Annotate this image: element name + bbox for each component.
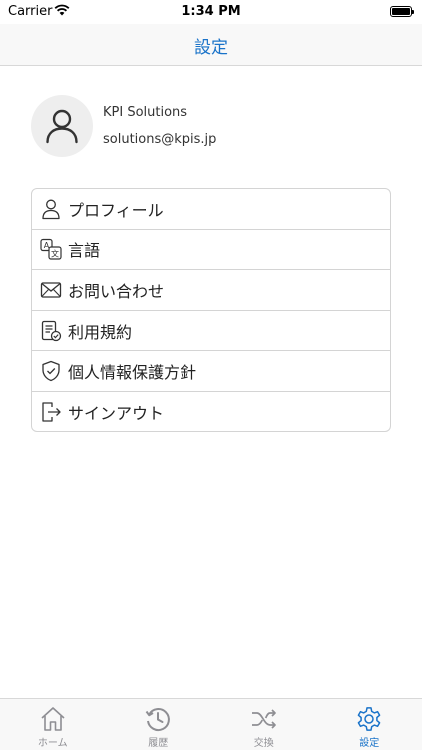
status-bar: Carrier 1:34 PM: [0, 0, 422, 24]
settings-screen: Carrier 1:34 PM 設定 KPI Solutions solutio…: [0, 0, 422, 750]
shield-check-icon: [42, 361, 60, 382]
tab-history[interactable]: 履歴: [106, 699, 212, 750]
menu-item-label: お問い合わせ: [68, 281, 165, 301]
menu-item-privacy[interactable]: 個人情報保護方針: [32, 351, 390, 392]
history-icon: [145, 708, 171, 732]
person-icon: [46, 109, 78, 144]
envelope-icon: [40, 282, 62, 298]
profile-email: solutions@kpis.jp: [103, 132, 217, 147]
settings-menu: プロフィール A 文 言語 お問い合わせ 利用規約 個人情報保護方針 サインアウ…: [31, 188, 391, 432]
document-check-icon: [41, 320, 62, 341]
navigation-bar: 設定: [0, 24, 422, 66]
tab-label: 交換: [253, 738, 274, 749]
profile-name: KPI Solutions: [103, 105, 188, 120]
tab-label: ホーム: [37, 738, 68, 749]
menu-item-label: サインアウト: [68, 404, 165, 424]
menu-item-language[interactable]: A 文 言語: [32, 230, 390, 271]
tab-settings[interactable]: 設定: [317, 699, 422, 750]
menu-item-sign-out[interactable]: サインアウト: [32, 392, 390, 431]
sign-out-icon: [42, 402, 61, 422]
tab-bar: ホーム 履歴 交換 設定: [0, 698, 422, 750]
gear-icon: [357, 707, 381, 731]
page-title: 設定: [194, 38, 228, 58]
menu-item-label: 利用規約: [68, 322, 133, 342]
menu-item-label: 言語: [68, 241, 101, 261]
menu-item-terms[interactable]: 利用規約: [32, 311, 390, 352]
svg-text:文: 文: [51, 249, 59, 259]
battery-icon: [390, 6, 414, 17]
menu-item-contact[interactable]: お問い合わせ: [32, 270, 390, 311]
tab-label: 設定: [359, 738, 380, 749]
translate-icon: A 文: [40, 239, 62, 260]
tab-home[interactable]: ホーム: [0, 699, 106, 750]
tab-label: 履歴: [148, 738, 169, 749]
avatar: [31, 95, 93, 157]
person-outline-icon: [42, 199, 60, 219]
tab-exchange[interactable]: 交換: [211, 699, 317, 750]
menu-item-label: 個人情報保護方針: [68, 363, 197, 383]
menu-item-profile[interactable]: プロフィール: [32, 189, 390, 230]
shuffle-icon: [251, 709, 276, 729]
menu-item-label: プロフィール: [68, 200, 164, 220]
status-time: 1:34 PM: [181, 4, 241, 19]
profile-summary: KPI Solutions solutions@kpis.jp: [31, 95, 391, 159]
home-icon: [41, 707, 65, 731]
